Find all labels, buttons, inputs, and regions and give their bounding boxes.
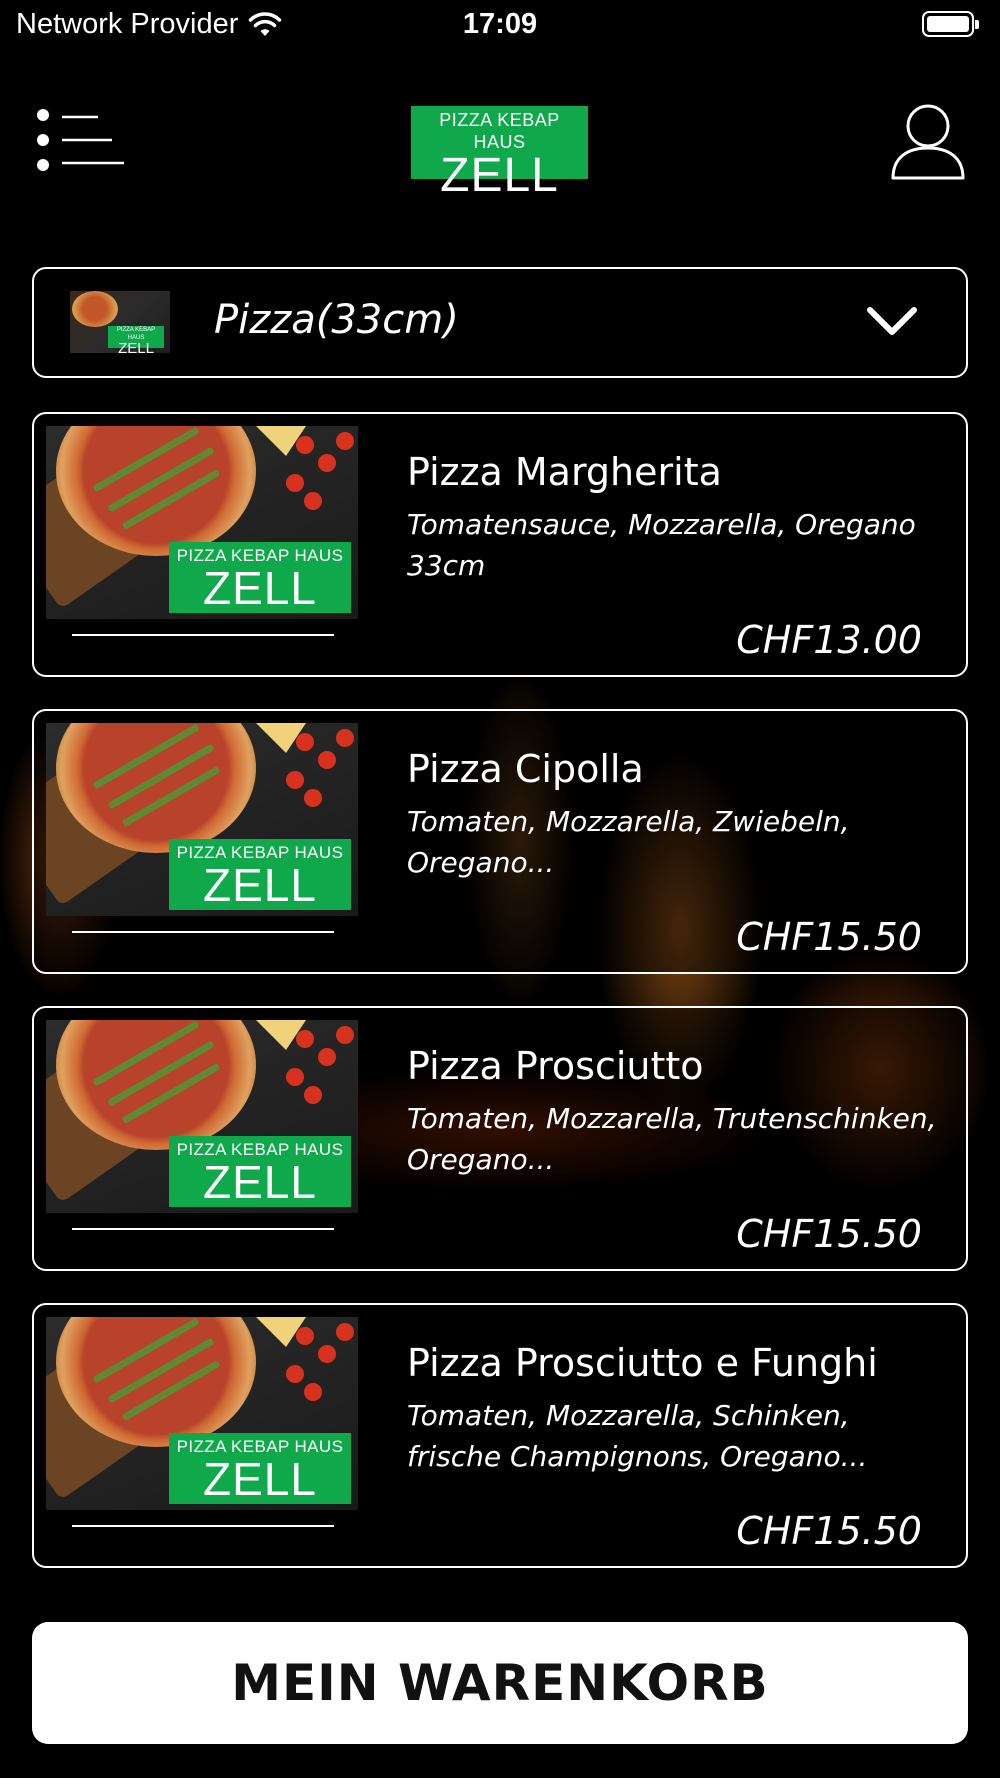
product-description: Tomatensauce, Mozzarella, Oregano 33cm xyxy=(407,508,916,582)
app-header: PIZZA KEBAP HAUS ZELL xyxy=(0,90,1000,200)
user-icon[interactable] xyxy=(890,102,966,182)
product-image: PIZZA KEBAP HAUS ZELL xyxy=(46,426,358,619)
category-thumbnail-logo: PIZZA KEBAP HAUS ZELL xyxy=(108,326,164,353)
product-image: PIZZA KEBAP HAUS ZELL xyxy=(46,723,358,916)
restaurant-logo[interactable]: PIZZA KEBAP HAUS ZELL xyxy=(411,106,588,200)
product-name: Pizza Margherita xyxy=(407,450,722,494)
clock: 17:09 xyxy=(462,8,538,40)
product-price: CHF15.50 xyxy=(736,1212,922,1256)
category-selected-label: Pizza(33cm) xyxy=(214,297,459,343)
product-card[interactable]: PIZZA KEBAP HAUS ZELL Pizza Margherita T… xyxy=(32,412,968,677)
product-description: Tomaten, Mozzarella, Schinken, frische C… xyxy=(407,1399,868,1473)
product-image-logo: PIZZA KEBAP HAUS ZELL xyxy=(169,1136,351,1207)
menu-list-icon[interactable] xyxy=(36,108,126,172)
product-image-logo: PIZZA KEBAP HAUS ZELL xyxy=(169,839,351,910)
product-image: PIZZA KEBAP HAUS ZELL xyxy=(46,1317,358,1510)
product-price: CHF15.50 xyxy=(736,1509,922,1553)
product-card[interactable]: PIZZA KEBAP HAUS ZELL Pizza Cipolla Toma… xyxy=(32,709,968,974)
category-thumbnail: PIZZA KEBAP HAUS ZELL xyxy=(70,291,170,353)
product-name: Pizza Cipolla xyxy=(407,747,644,791)
product-image-logo: PIZZA KEBAP HAUS ZELL xyxy=(169,542,351,613)
product-image: PIZZA KEBAP HAUS ZELL xyxy=(46,1020,358,1213)
product-name: Pizza Prosciutto e Funghi xyxy=(407,1341,878,1385)
product-image-divider xyxy=(72,634,334,636)
logo-title: ZELL xyxy=(440,149,559,202)
product-card[interactable]: PIZZA KEBAP HAUS ZELL Pizza Prosciutto T… xyxy=(32,1006,968,1271)
category-dropdown[interactable]: PIZZA KEBAP HAUS ZELL Pizza(33cm) xyxy=(32,267,968,378)
product-image-divider xyxy=(72,931,334,933)
cart-button[interactable]: MEIN WARENKORB xyxy=(32,1622,968,1744)
product-image-divider xyxy=(72,1525,334,1527)
product-name: Pizza Prosciutto xyxy=(407,1044,704,1088)
product-card[interactable]: PIZZA KEBAP HAUS ZELL Pizza Prosciutto e… xyxy=(32,1303,968,1568)
product-description: Tomaten, Mozzarella, Zwiebeln, Oregano..… xyxy=(407,805,850,879)
logo-subtitle: PIZZA KEBAP HAUS xyxy=(439,110,560,152)
chevron-down-icon xyxy=(867,307,917,335)
product-price: CHF15.50 xyxy=(736,915,922,959)
product-description: Tomaten, Mozzarella, Trutenschinken, Ore… xyxy=(407,1102,937,1176)
product-image-divider xyxy=(72,1228,334,1230)
product-image-logo: PIZZA KEBAP HAUS ZELL xyxy=(169,1433,351,1504)
status-bar: Network Provider 17:09 xyxy=(0,0,1000,50)
product-price: CHF13.00 xyxy=(736,618,922,662)
battery-icon xyxy=(922,11,979,37)
